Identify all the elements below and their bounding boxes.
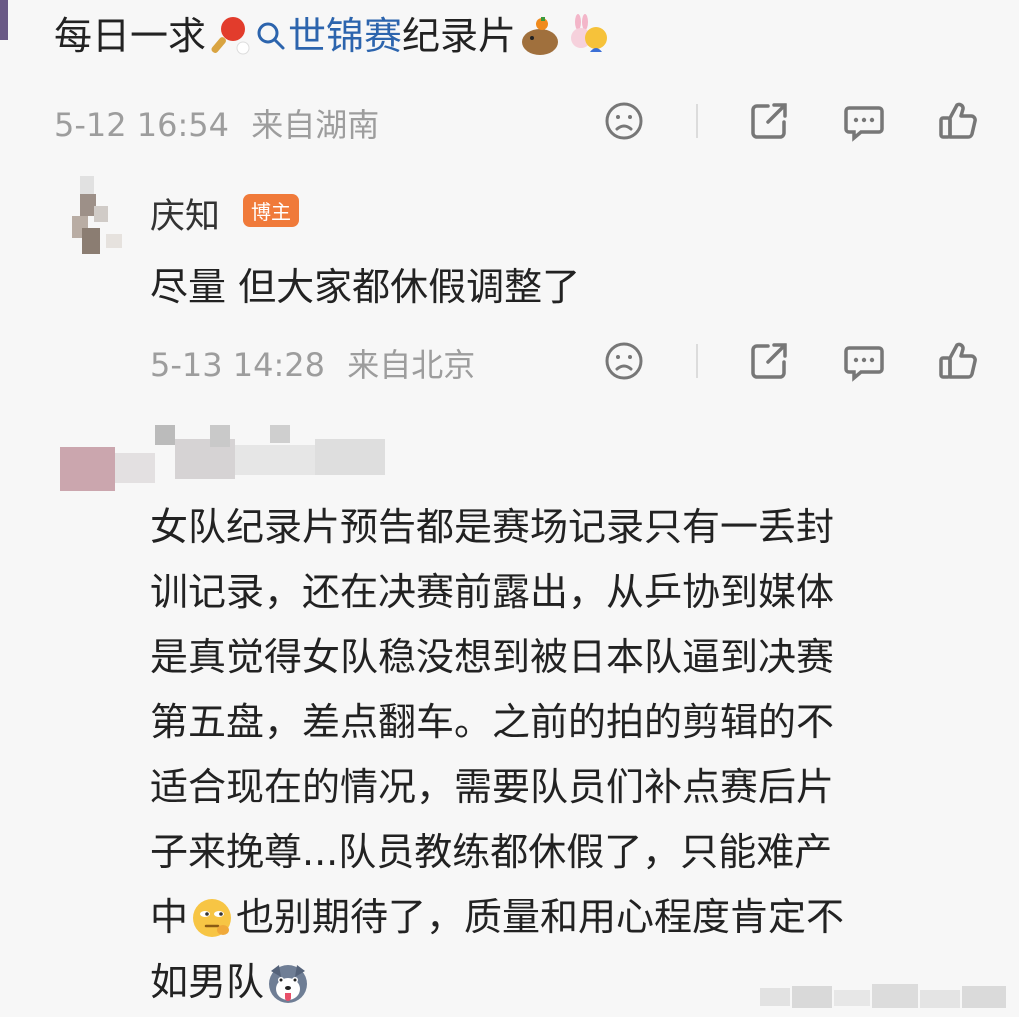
reply-actions (601, 338, 981, 384)
comment-button[interactable] (841, 98, 887, 144)
comment-icon (843, 346, 884, 382)
comment-line: 适合现在的情况，需要队员们补点赛后片 (150, 765, 835, 809)
reply-username[interactable]: 庆知 (150, 188, 220, 239)
window-edge (0, 0, 8, 40)
reply-timestamp: 5-13 14:28 (150, 346, 326, 384)
reply-meta: 5-13 14:28 来自北京 (150, 340, 475, 386)
comment-line: 训记录，还在决赛前露出，从乒协到媒体 (150, 570, 835, 614)
like-button[interactable] (935, 338, 981, 384)
topic-link-text: 世锦赛 (288, 14, 403, 58)
avatar[interactable] (62, 176, 128, 260)
topic-link[interactable]: 世锦赛 (254, 10, 402, 62)
share-icon (751, 103, 787, 139)
blurred-username (60, 425, 400, 493)
dislike-icon (605, 102, 643, 140)
like-icon (939, 102, 977, 139)
comment-line: 中 也别期待了，质量和用心程度肯定不 (150, 885, 990, 950)
dislike-button[interactable] (601, 98, 647, 144)
reply-location: 来自北京 (347, 346, 476, 384)
comment-line-start: 中 (150, 895, 189, 939)
comment-line: 第五盘，差点翻车。之前的拍的剪辑的不 (150, 700, 835, 744)
dislike-button[interactable] (601, 338, 647, 384)
comment-icon (843, 106, 884, 142)
comment-line: 子来挽尊...队员教练都休假了，只能难产 (150, 830, 833, 874)
post-content: 每日一求 世锦赛 纪录片 (54, 10, 612, 62)
divider (695, 104, 698, 138)
share-button[interactable] (746, 98, 792, 144)
reply-text: 尽量 但大家都休假调整了 (150, 265, 581, 309)
share-icon (751, 343, 787, 379)
post-location: 来自湖南 (251, 106, 380, 144)
search-icon (257, 22, 285, 50)
post-timestamp: 5-12 16:54 (54, 106, 230, 144)
post-text: 每日一求 (54, 14, 207, 58)
divider (695, 344, 698, 378)
comment-line: 女队纪录片预告都是赛场记录只有一丢封 (150, 505, 835, 549)
husky-emoji (266, 961, 310, 1005)
author-badge: 博主 (243, 194, 299, 227)
comment-line-end: 也别期待了，质量和用心程度肯定不 (236, 895, 845, 939)
comment-button[interactable] (841, 338, 887, 384)
bunny-hug-emoji (566, 14, 610, 58)
blurred-watermark (760, 982, 1010, 1012)
share-button[interactable] (746, 338, 792, 384)
thinking-eyes-emoji (190, 896, 234, 940)
comment-line: 是真觉得女队稳没想到被日本队逼到决赛 (150, 635, 835, 679)
dislike-icon (605, 342, 643, 380)
post-meta: 5-12 16:54 来自湖南 (54, 100, 379, 146)
post-actions (601, 98, 981, 144)
post-text-tail: 纪录片 (402, 14, 517, 58)
comment-line-start: 如男队 (150, 960, 265, 1004)
capybara-emoji (518, 14, 562, 58)
ping-pong-emoji (208, 14, 252, 58)
comment-text: 女队纪录片预告都是赛场记录只有一丢封 训记录，还在决赛前露出，从乒协到媒体 是真… (150, 495, 990, 1015)
like-button[interactable] (935, 98, 981, 144)
like-icon (939, 342, 977, 379)
